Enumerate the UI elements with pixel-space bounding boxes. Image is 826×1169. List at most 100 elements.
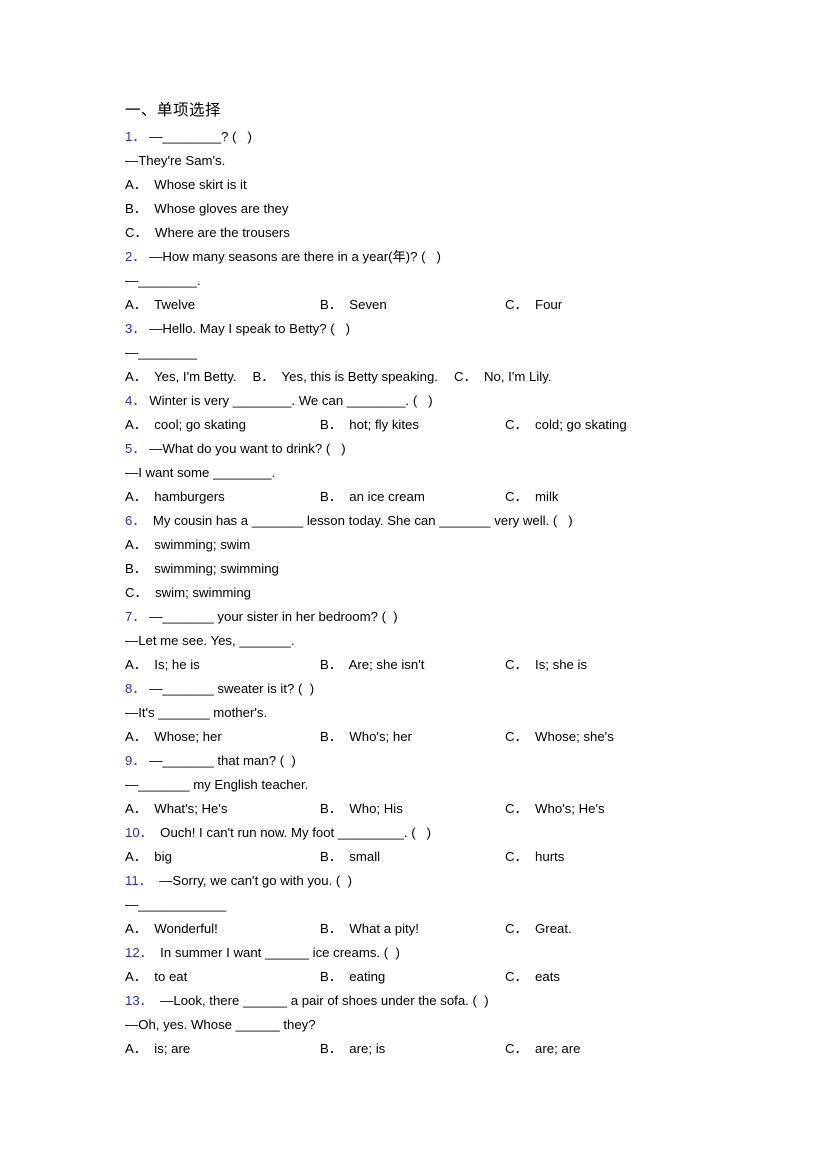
- option-c[interactable]: C． hurts: [505, 845, 564, 869]
- question-block: 8． —_______ sweater is it? ( ) —It's ____…: [125, 677, 706, 749]
- option-b[interactable]: B． Are; she isn't: [320, 653, 505, 677]
- section-heading: 一、单项选择: [125, 102, 222, 119]
- option-row: A． big B． small C． hurts: [125, 845, 706, 869]
- question-number: 11．: [125, 873, 152, 888]
- question-text: —_______ sweater is it? ( ): [145, 681, 315, 696]
- option-c[interactable]: C． cold; go skating: [505, 413, 627, 437]
- question-reply-line: —________.: [125, 273, 201, 288]
- option-row: A． Yes, I'm Betty. B． Yes, this is Betty …: [125, 365, 706, 389]
- option-a[interactable]: A． is; are: [125, 1037, 320, 1061]
- option-row: A． is; are B． are; is C． are; are: [125, 1037, 706, 1061]
- option-c[interactable]: C． milk: [505, 485, 558, 509]
- question-reply-line: —Let me see. Yes, _______.: [125, 633, 295, 648]
- option-row: B． Whose gloves are they: [125, 197, 706, 221]
- option-b[interactable]: B． are; is: [320, 1037, 505, 1061]
- option-b[interactable]: B． Who; His: [320, 797, 505, 821]
- question-block: 1． —________? ( ) —They're Sam's. A． Whose…: [125, 125, 706, 245]
- question-stem: 1． —________? ( ): [125, 125, 706, 149]
- option-c[interactable]: C． No, I'm Lily.: [438, 365, 552, 389]
- option-b[interactable]: B． Yes, this is Betty speaking.: [236, 365, 437, 389]
- option-a[interactable]: A． Twelve: [125, 293, 320, 317]
- question-text: —_______ your sister in her bedroom? ( ): [145, 609, 398, 624]
- question-number: 4．: [125, 393, 146, 408]
- question-stem: 10． Ouch! I can't run now. My foot _____…: [125, 821, 706, 845]
- question-number: 7．: [125, 609, 146, 624]
- option-b[interactable]: B． an ice cream: [320, 485, 505, 509]
- option-c[interactable]: C． swim; swimming: [125, 581, 706, 605]
- option-row: A． Whose; her B． Who's; her C． Whose; she'…: [125, 725, 706, 749]
- question-text: My cousin has a _______ lesson today. Sh…: [145, 513, 573, 528]
- option-a[interactable]: A． What's; He's: [125, 797, 320, 821]
- question-reply-line: —I want some ________.: [125, 465, 276, 480]
- option-b[interactable]: B． hot; fly kites: [320, 413, 505, 437]
- option-a[interactable]: A． hamburgers: [125, 485, 320, 509]
- option-b[interactable]: B． Seven: [320, 293, 505, 317]
- question-reply-line: —_______ my English teacher.: [125, 777, 309, 792]
- option-row: A． Twelve B． Seven C． Four: [125, 293, 706, 317]
- question-stem: 12． In summer I want ______ ice creams. …: [125, 941, 706, 965]
- option-a[interactable]: A． big: [125, 845, 320, 869]
- question-block: 11． —Sorry, we can't go with you. ( ) —__…: [125, 869, 706, 941]
- option-row: C． Where are the trousers: [125, 221, 706, 245]
- option-b[interactable]: B． Whose gloves are they: [125, 197, 706, 221]
- option-b[interactable]: B． What a pity!: [320, 917, 505, 941]
- option-c[interactable]: C． Is; she is: [505, 653, 587, 677]
- question-number: 2．: [125, 249, 146, 264]
- option-row: A． hamburgers B． an ice cream C． milk: [125, 485, 706, 509]
- question-stem: 7． —_______ your sister in her bedroom? …: [125, 605, 706, 629]
- option-c[interactable]: C． Where are the trousers: [125, 221, 706, 245]
- option-b[interactable]: B． swimming; swimming: [125, 557, 706, 581]
- option-c[interactable]: C． Great.: [505, 917, 572, 941]
- option-c[interactable]: C． Whose; she's: [505, 725, 614, 749]
- question-stem: 3． —Hello. May I speak to Betty? ( ): [125, 317, 706, 341]
- question-number: 9．: [125, 753, 146, 768]
- option-row: A． What's; He's B． Who; His C． Who's; He's: [125, 797, 706, 821]
- option-a[interactable]: A． to eat: [125, 965, 320, 989]
- question-block: 13． —Look, there ______ a pair of shoes …: [125, 989, 706, 1061]
- option-c[interactable]: C． eats: [505, 965, 560, 989]
- question-stem: 6． My cousin has a _______ lesson today.…: [125, 509, 706, 533]
- question-reply-line: —____________: [125, 897, 227, 912]
- question-text: —Sorry, we can't go with you. ( ): [151, 873, 353, 888]
- question-block: 9． —_______ that man? ( ) —_______ my Eng…: [125, 749, 706, 821]
- question-block: 3． —Hello. May I speak to Betty? ( ) —___…: [125, 317, 706, 389]
- question-text: —Look, there ______ a pair of shoes unde…: [152, 993, 489, 1008]
- question-stem: 13． —Look, there ______ a pair of shoes …: [125, 989, 706, 1013]
- option-b[interactable]: B． small: [320, 845, 505, 869]
- option-row: A． Wonderful! B． What a pity! C． Great.: [125, 917, 706, 941]
- option-a[interactable]: A． Whose skirt is it: [125, 173, 706, 197]
- option-a[interactable]: A． Yes, I'm Betty.: [125, 365, 236, 389]
- question-stem: 11． —Sorry, we can't go with you. ( ): [125, 869, 706, 893]
- question-text: —_______ that man? ( ): [145, 753, 296, 768]
- question-number: 6．: [125, 513, 146, 528]
- option-row: A． cool; go skating B． hot; fly kites C． c…: [125, 413, 706, 437]
- question-number: 1．: [125, 129, 146, 144]
- question-stem: 9． —_______ that man? ( ): [125, 749, 706, 773]
- question-reply-line: —It's _______ mother's.: [125, 705, 268, 720]
- option-c[interactable]: C． Four: [505, 293, 562, 317]
- option-row: B． swimming; swimming: [125, 557, 706, 581]
- option-a[interactable]: A． Wonderful!: [125, 917, 320, 941]
- option-a[interactable]: A． Whose; her: [125, 725, 320, 749]
- option-row: A． Is; he is B． Are; she isn't C． Is; she …: [125, 653, 706, 677]
- question-block: 12． In summer I want ______ ice creams. …: [125, 941, 706, 989]
- option-row: C． swim; swimming: [125, 581, 706, 605]
- option-row: A． to eat B． eating C． eats: [125, 965, 706, 989]
- question-number: 3．: [125, 321, 146, 336]
- question-stem: 5． —What do you want to drink? ( ): [125, 437, 706, 461]
- question-number: 13．: [125, 993, 153, 1008]
- option-row: A． swimming; swim: [125, 533, 706, 557]
- question-block: 5． —What do you want to drink? ( ) —I wan…: [125, 437, 706, 509]
- question-text: Ouch! I can't run now. My foot _________…: [152, 825, 432, 840]
- option-a[interactable]: A． swimming; swim: [125, 533, 706, 557]
- option-b[interactable]: B． Who's; her: [320, 725, 505, 749]
- question-block: 6． My cousin has a _______ lesson today.…: [125, 509, 706, 605]
- question-text: Winter is very ________. We can ________…: [145, 393, 433, 408]
- question-list: 1． —________? ( ) —They're Sam's. A． Whose…: [125, 125, 706, 1061]
- option-a[interactable]: A． Is; he is: [125, 653, 320, 677]
- option-c[interactable]: C． are; are: [505, 1037, 581, 1061]
- question-reply-line: —Oh, yes. Whose ______ they?: [125, 1017, 316, 1032]
- option-b[interactable]: B． eating: [320, 965, 505, 989]
- option-c[interactable]: C． Who's; He's: [505, 797, 605, 821]
- option-a[interactable]: A． cool; go skating: [125, 413, 320, 437]
